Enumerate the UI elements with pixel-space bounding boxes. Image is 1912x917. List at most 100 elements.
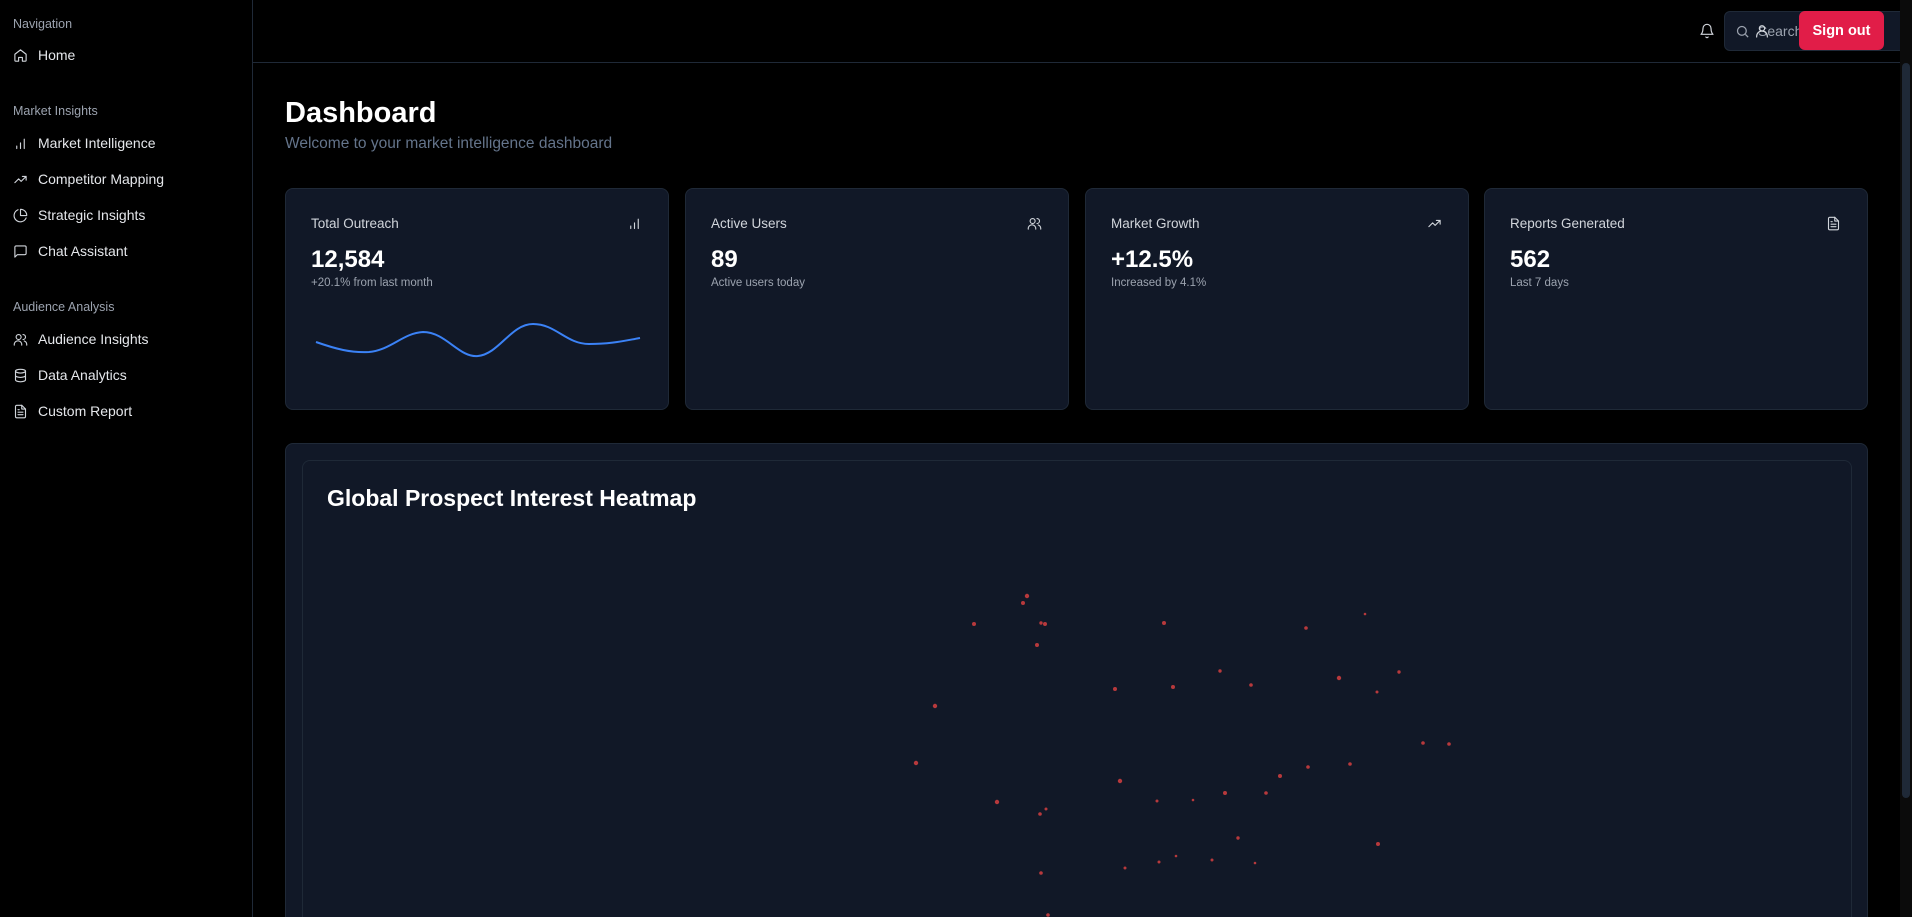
heatmap-point: [1039, 621, 1043, 625]
nav-group-title-market-insights: Market Insights: [13, 104, 98, 118]
heatmap-point: [1113, 687, 1117, 691]
sidebar-item-custom-report[interactable]: Custom Report: [13, 399, 132, 423]
file-text-icon: [14, 404, 27, 418]
heatmap-point: [1278, 774, 1282, 778]
stat-card-active-users: Active Users 89 Active users today: [685, 188, 1069, 410]
message-square-icon: [14, 244, 27, 258]
heatmap-point: [1397, 670, 1401, 674]
heatmap-point: [1162, 621, 1166, 625]
heatmap-point: [1249, 683, 1253, 687]
card-subtext: +20.1% from last month: [311, 277, 433, 289]
heatmap-point: [994, 799, 1000, 805]
page-subtitle: Welcome to your market intelligence dash…: [285, 135, 613, 152]
card-title: Reports Generated: [1510, 216, 1625, 231]
page-title: Dashboard: [285, 97, 437, 129]
heatmap-point: [1375, 690, 1379, 694]
topbar: Sign out: [253, 0, 1912, 63]
heatmap-point: [1336, 675, 1342, 681]
nav-group-title-navigation: Navigation: [13, 17, 73, 31]
heatmap-point: [1210, 858, 1214, 862]
sidebar-item-market-intelligence[interactable]: Market Intelligence: [13, 131, 156, 155]
scrollbar-thumb[interactable]: [1902, 63, 1910, 798]
heatmap-point: [1191, 798, 1195, 802]
heatmap-point: [1236, 836, 1240, 840]
heatmap-point: [1043, 622, 1047, 626]
stat-card-market-growth: Market Growth +12.5% Increased by 4.1%: [1085, 188, 1469, 410]
heatmap-point: [1306, 765, 1310, 769]
bar-chart-icon: [627, 216, 643, 232]
heatmap-point: [1174, 854, 1178, 858]
heatmap-point: [1044, 807, 1048, 811]
database-icon: [14, 368, 27, 382]
sidebar-item-competitor-mapping[interactable]: Competitor Mapping: [13, 167, 164, 191]
heatmap-point: [1421, 741, 1425, 745]
file-text-icon: [1826, 216, 1842, 232]
sidebar-item-label: Chat Assistant: [38, 243, 128, 259]
user-icon: [1756, 25, 1768, 38]
heatmap-point: [1117, 778, 1123, 784]
sidebar-item-audience-insights[interactable]: Audience Insights: [13, 327, 149, 351]
heatmap-point: [1123, 866, 1127, 870]
heatmap-point: [1155, 799, 1159, 803]
home-icon: [14, 48, 27, 62]
heatmap-card: Global Prospect Interest Heatmap: [302, 460, 1852, 917]
sidebar-item-label: Data Analytics: [38, 367, 127, 383]
sidebar-item-label: Audience Insights: [38, 331, 149, 347]
heatmap-point: [1223, 791, 1227, 795]
sparkline-line: [315, 322, 641, 358]
users-icon: [1027, 216, 1043, 232]
sparkline-chart: [315, 322, 641, 358]
sidebar-item-label: Strategic Insights: [38, 207, 146, 223]
heatmap-canvas[interactable]: [303, 461, 1853, 917]
stat-card-total-outreach: Total Outreach 12,584 +20.1% from last m…: [285, 188, 669, 410]
heatmap-point: [932, 703, 938, 709]
pie-chart-icon: [13, 208, 28, 222]
stat-card-reports-generated: Reports Generated 562 Last 7 days: [1484, 188, 1868, 410]
heatmap-point: [1363, 612, 1367, 616]
scrollbar[interactable]: [1900, 0, 1912, 917]
card-value: 12,584: [311, 246, 385, 273]
card-title: Active Users: [711, 216, 787, 231]
profile-button[interactable]: [1748, 17, 1776, 45]
card-subtext: Last 7 days: [1510, 277, 1569, 289]
heatmap-point: [1253, 861, 1257, 865]
nav-group-title-audience-analysis: Audience Analysis: [13, 300, 115, 314]
heatmap-point: [1038, 812, 1042, 816]
app-root: Navigation Home Market Insights Market I…: [0, 0, 1912, 917]
sidebar: Navigation Home Market Insights Market I…: [0, 0, 253, 917]
card-title: Market Growth: [1111, 216, 1200, 231]
card-subtext: Increased by 4.1%: [1111, 277, 1207, 289]
heatmap-point: [1021, 601, 1025, 605]
sign-out-button[interactable]: Sign out: [1799, 11, 1884, 50]
card-title: Total Outreach: [311, 216, 399, 231]
notifications-button[interactable]: [1693, 17, 1721, 45]
heatmap-point: [1264, 791, 1268, 795]
sidebar-item-label: Custom Report: [38, 403, 133, 419]
heatmap-point: [1035, 643, 1039, 647]
heatmap-title: Global Prospect Interest Heatmap: [327, 485, 697, 511]
sidebar-item-home[interactable]: Home: [13, 43, 75, 67]
heatmap-point: [1447, 742, 1451, 746]
users-icon: [13, 333, 28, 346]
heatmap-point: [1157, 860, 1161, 864]
card-value: +12.5%: [1111, 246, 1194, 273]
heatmap-point: [1039, 871, 1043, 875]
card-subtext: Active users today: [711, 277, 805, 289]
card-value: 89: [711, 246, 738, 273]
sidebar-item-strategic-insights[interactable]: Strategic Insights: [13, 203, 145, 227]
heatmap-point: [1376, 842, 1380, 846]
sidebar-item-data-analytics[interactable]: Data Analytics: [13, 363, 127, 387]
heatmap-section: Global Prospect Interest Heatmap: [285, 443, 1868, 917]
heatmap-point: [1304, 626, 1308, 630]
card-value: 562: [1510, 246, 1551, 273]
sidebar-item-label: Competitor Mapping: [38, 171, 165, 187]
heatmap-point: [1046, 913, 1050, 917]
heatmap-point: [1348, 762, 1352, 766]
sidebar-item-chat-assistant[interactable]: Chat Assistant: [13, 239, 128, 263]
sidebar-item-label: Market Intelligence: [38, 135, 156, 151]
heatmap-point: [972, 622, 976, 626]
bell-icon: [1700, 23, 1714, 39]
heatmap-point: [913, 760, 919, 766]
heatmap-point: [1171, 685, 1175, 689]
trending-up-icon: [1427, 216, 1443, 232]
